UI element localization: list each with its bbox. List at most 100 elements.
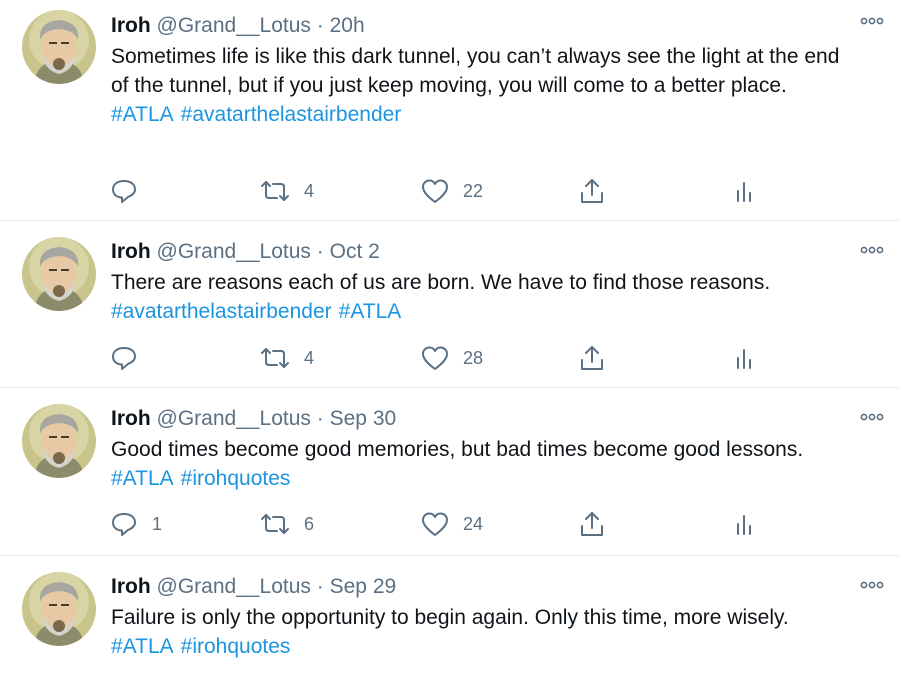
like-count: 28 [463, 347, 484, 368]
tweet-text: There are reasons each of us are born. W… [111, 271, 771, 294]
tweet-header: Iroh @Grand__Lotus · Sep 30 [111, 403, 860, 435]
tweet-header: Iroh @Grand__Lotus · Sep 29 [111, 571, 860, 603]
like-count: 24 [463, 513, 484, 534]
more-icon [860, 413, 884, 421]
hashtags: #ATLA #irohquotes [111, 632, 860, 662]
hashtag-link[interactable]: #irohquotes [181, 635, 291, 658]
tweet-body: Iroh @Grand__Lotus · 20h Sometimes life … [111, 10, 860, 130]
more-icon [860, 246, 884, 254]
timestamp[interactable]: Sep 29 [330, 575, 397, 598]
analytics-button[interactable] [734, 174, 754, 208]
retweet-icon [261, 181, 289, 201]
tweet-header: Iroh @Grand__Lotus · 20h [111, 10, 860, 42]
hashtag-link[interactable]: #ATLA [111, 635, 174, 658]
analytics-icon [737, 515, 751, 535]
avatar-image [22, 404, 96, 478]
like-count: 22 [463, 180, 484, 201]
avatar[interactable] [22, 237, 96, 311]
hashtag-link[interactable]: #ATLA [111, 467, 174, 490]
like-button[interactable]: 28 [421, 341, 483, 375]
analytics-icon [737, 182, 751, 202]
retweet-count: 6 [304, 513, 315, 534]
reply-button[interactable] [110, 341, 152, 375]
retweet-button[interactable]: 4 [260, 341, 314, 375]
avatar[interactable] [22, 10, 96, 84]
retweet-icon [261, 348, 289, 368]
display-name[interactable]: Iroh [111, 14, 151, 37]
more-icon [860, 581, 884, 589]
reply-button[interactable] [110, 174, 152, 208]
hashtags: #ATLA #avatarthelastairbender [111, 100, 860, 130]
like-icon [422, 346, 448, 370]
user-handle[interactable]: @Grand__Lotus [157, 14, 311, 37]
share-button[interactable] [579, 341, 605, 375]
reply-icon [112, 347, 136, 370]
tweet-actions: 4 28 [0, 341, 900, 375]
reply-count: 1 [152, 513, 163, 534]
tweet[interactable]: Iroh @Grand__Lotus · 20h Sometimes life … [0, 0, 900, 221]
like-button[interactable]: 24 [421, 507, 483, 541]
analytics-button[interactable] [734, 341, 754, 375]
tweet-feed: Iroh @Grand__Lotus · 20h Sometimes life … [0, 0, 900, 674]
tweet-text: Good times become good memories, but bad… [111, 438, 804, 461]
tweet-body: Iroh @Grand__Lotus · Sep 29 Failure is o… [111, 571, 860, 662]
tweet-header: Iroh @Grand__Lotus · Oct 2 [111, 236, 860, 268]
more-options-button[interactable] [858, 243, 886, 257]
share-icon [581, 179, 603, 203]
display-name[interactable]: Iroh [111, 575, 151, 598]
reply-icon [112, 513, 136, 536]
retweet-button[interactable]: 6 [260, 507, 314, 541]
more-options-button[interactable] [858, 578, 886, 592]
display-name[interactable]: Iroh [111, 407, 151, 430]
tweet-body: Iroh @Grand__Lotus · Oct 2 There are rea… [111, 236, 860, 327]
like-button[interactable]: 22 [421, 174, 483, 208]
user-handle[interactable]: @Grand__Lotus [157, 407, 311, 430]
like-icon [422, 512, 448, 536]
share-icon [581, 346, 603, 370]
analytics-button[interactable] [734, 507, 754, 541]
hashtag-link[interactable]: #ATLA [339, 300, 402, 323]
share-button[interactable] [579, 507, 605, 541]
tweet[interactable]: Iroh @Grand__Lotus · Sep 29 Failure is o… [0, 556, 900, 674]
like-icon [422, 179, 448, 203]
hashtag-link[interactable]: #irohquotes [181, 467, 291, 490]
hashtag-link[interactable]: #avatarthelastairbender [181, 103, 402, 126]
avatar[interactable] [22, 404, 96, 478]
avatar-image [22, 572, 96, 646]
reply-icon [112, 180, 136, 203]
timestamp[interactable]: 20h [330, 14, 365, 37]
timestamp[interactable]: Sep 30 [330, 407, 397, 430]
share-icon [581, 512, 603, 536]
tweet-body: Iroh @Grand__Lotus · Sep 30 Good times b… [111, 403, 860, 494]
avatar[interactable] [22, 572, 96, 646]
avatar-image [22, 237, 96, 311]
separator-dot: · [316, 575, 324, 598]
avatar-image [22, 10, 96, 84]
separator-dot: · [316, 407, 324, 430]
separator-dot: · [316, 14, 324, 37]
user-handle[interactable]: @Grand__Lotus [157, 575, 311, 598]
tweet-text: Sometimes life is like this dark tunnel,… [111, 45, 840, 97]
hashtags: #ATLA #irohquotes [111, 464, 860, 494]
share-button[interactable] [579, 174, 605, 208]
more-options-button[interactable] [858, 14, 886, 28]
separator-dot: · [316, 240, 324, 263]
timestamp[interactable]: Oct 2 [330, 240, 380, 263]
hashtags: #avatarthelastairbender #ATLA [111, 297, 860, 327]
tweet[interactable]: Iroh @Grand__Lotus · Oct 2 There are rea… [0, 221, 900, 388]
retweet-count: 4 [304, 347, 315, 368]
reply-button[interactable]: 1 [110, 507, 162, 541]
analytics-icon [737, 349, 751, 369]
tweet-text: Failure is only the opportunity to begin… [111, 606, 789, 629]
display-name[interactable]: Iroh [111, 240, 151, 263]
tweet[interactable]: Iroh @Grand__Lotus · Sep 30 Good times b… [0, 388, 900, 556]
more-options-button[interactable] [858, 410, 886, 424]
more-icon [860, 17, 884, 25]
hashtag-link[interactable]: #ATLA [111, 103, 174, 126]
user-handle[interactable]: @Grand__Lotus [157, 240, 311, 263]
retweet-icon [261, 514, 289, 534]
hashtag-link[interactable]: #avatarthelastairbender [111, 300, 332, 323]
tweet-actions: 1 6 24 [0, 507, 900, 541]
tweet-actions: 4 22 [0, 174, 900, 208]
retweet-button[interactable]: 4 [260, 174, 314, 208]
